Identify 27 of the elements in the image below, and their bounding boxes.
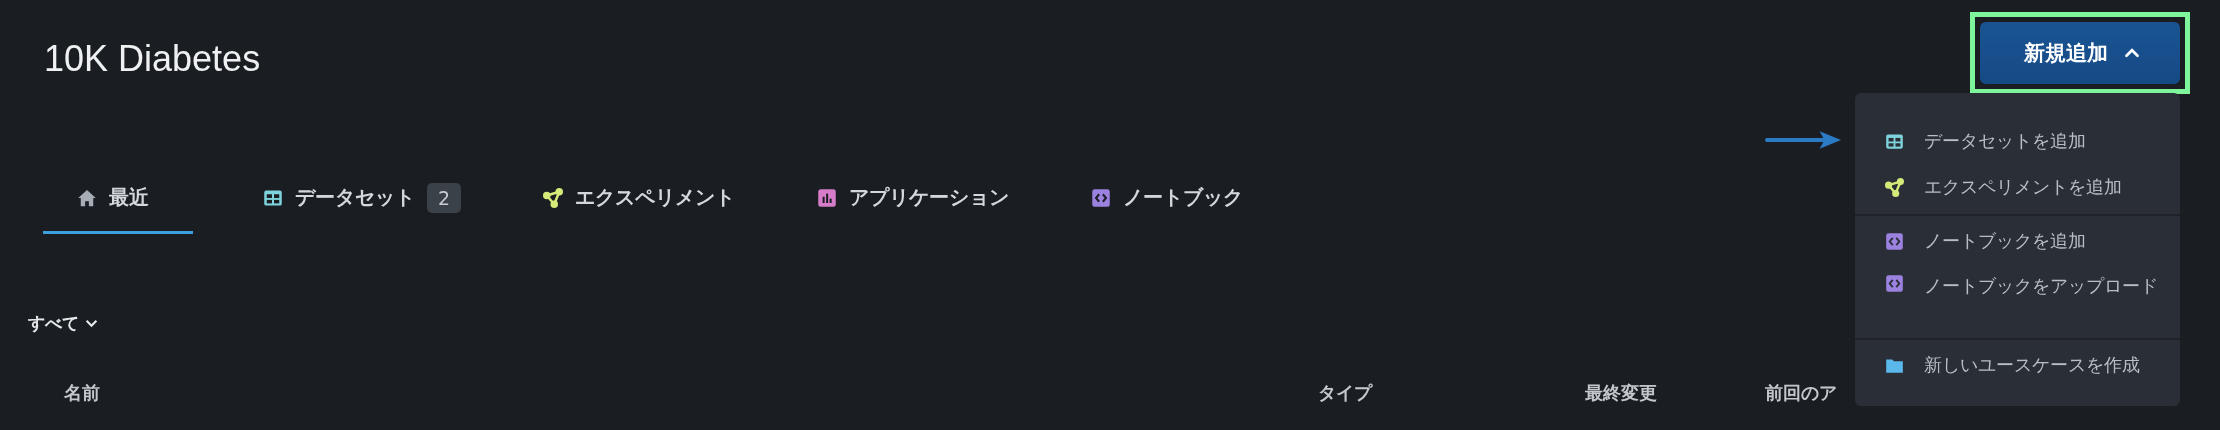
- tab[interactable]: 最近: [43, 164, 193, 234]
- chevron-down-icon: [85, 319, 98, 328]
- tab[interactable]: エクスペリメント: [509, 164, 780, 234]
- code-icon: [1885, 231, 1904, 251]
- table-icon: [1885, 131, 1904, 151]
- tab[interactable]: データセット 2: [229, 164, 506, 234]
- menu-item[interactable]: 新しいユースケースを作成: [1855, 338, 2180, 388]
- column-header[interactable]: 前回のア: [1765, 381, 1837, 405]
- triangle-nodes-icon: [1885, 177, 1904, 197]
- menu-item[interactable]: データセットを追加: [1855, 118, 2180, 164]
- column-header[interactable]: 最終変更: [1585, 381, 1657, 405]
- column-header[interactable]: 名前: [64, 381, 100, 405]
- menu-item[interactable]: ノートブックをアップロード: [1855, 264, 2180, 334]
- add-new-button[interactable]: 新規追加: [1980, 22, 2180, 84]
- menu-item[interactable]: エクスペリメントを追加: [1855, 164, 2180, 210]
- tab[interactable]: ノートブック: [1057, 164, 1288, 234]
- tab[interactable]: アプリケーション: [783, 164, 1054, 234]
- bar-chart-icon: [817, 187, 838, 208]
- filter-dropdown[interactable]: すべて: [28, 312, 98, 335]
- code-icon: [1091, 187, 1112, 208]
- home-icon: [77, 187, 97, 208]
- count-badge: 2: [427, 182, 462, 213]
- menu-item[interactable]: ノートブックを追加: [1855, 214, 2180, 264]
- column-header[interactable]: タイプ: [1318, 381, 1372, 405]
- triangle-nodes-icon: [543, 187, 564, 208]
- code-icon: [1885, 274, 1904, 293]
- page-title: 10K Diabetes: [44, 38, 261, 80]
